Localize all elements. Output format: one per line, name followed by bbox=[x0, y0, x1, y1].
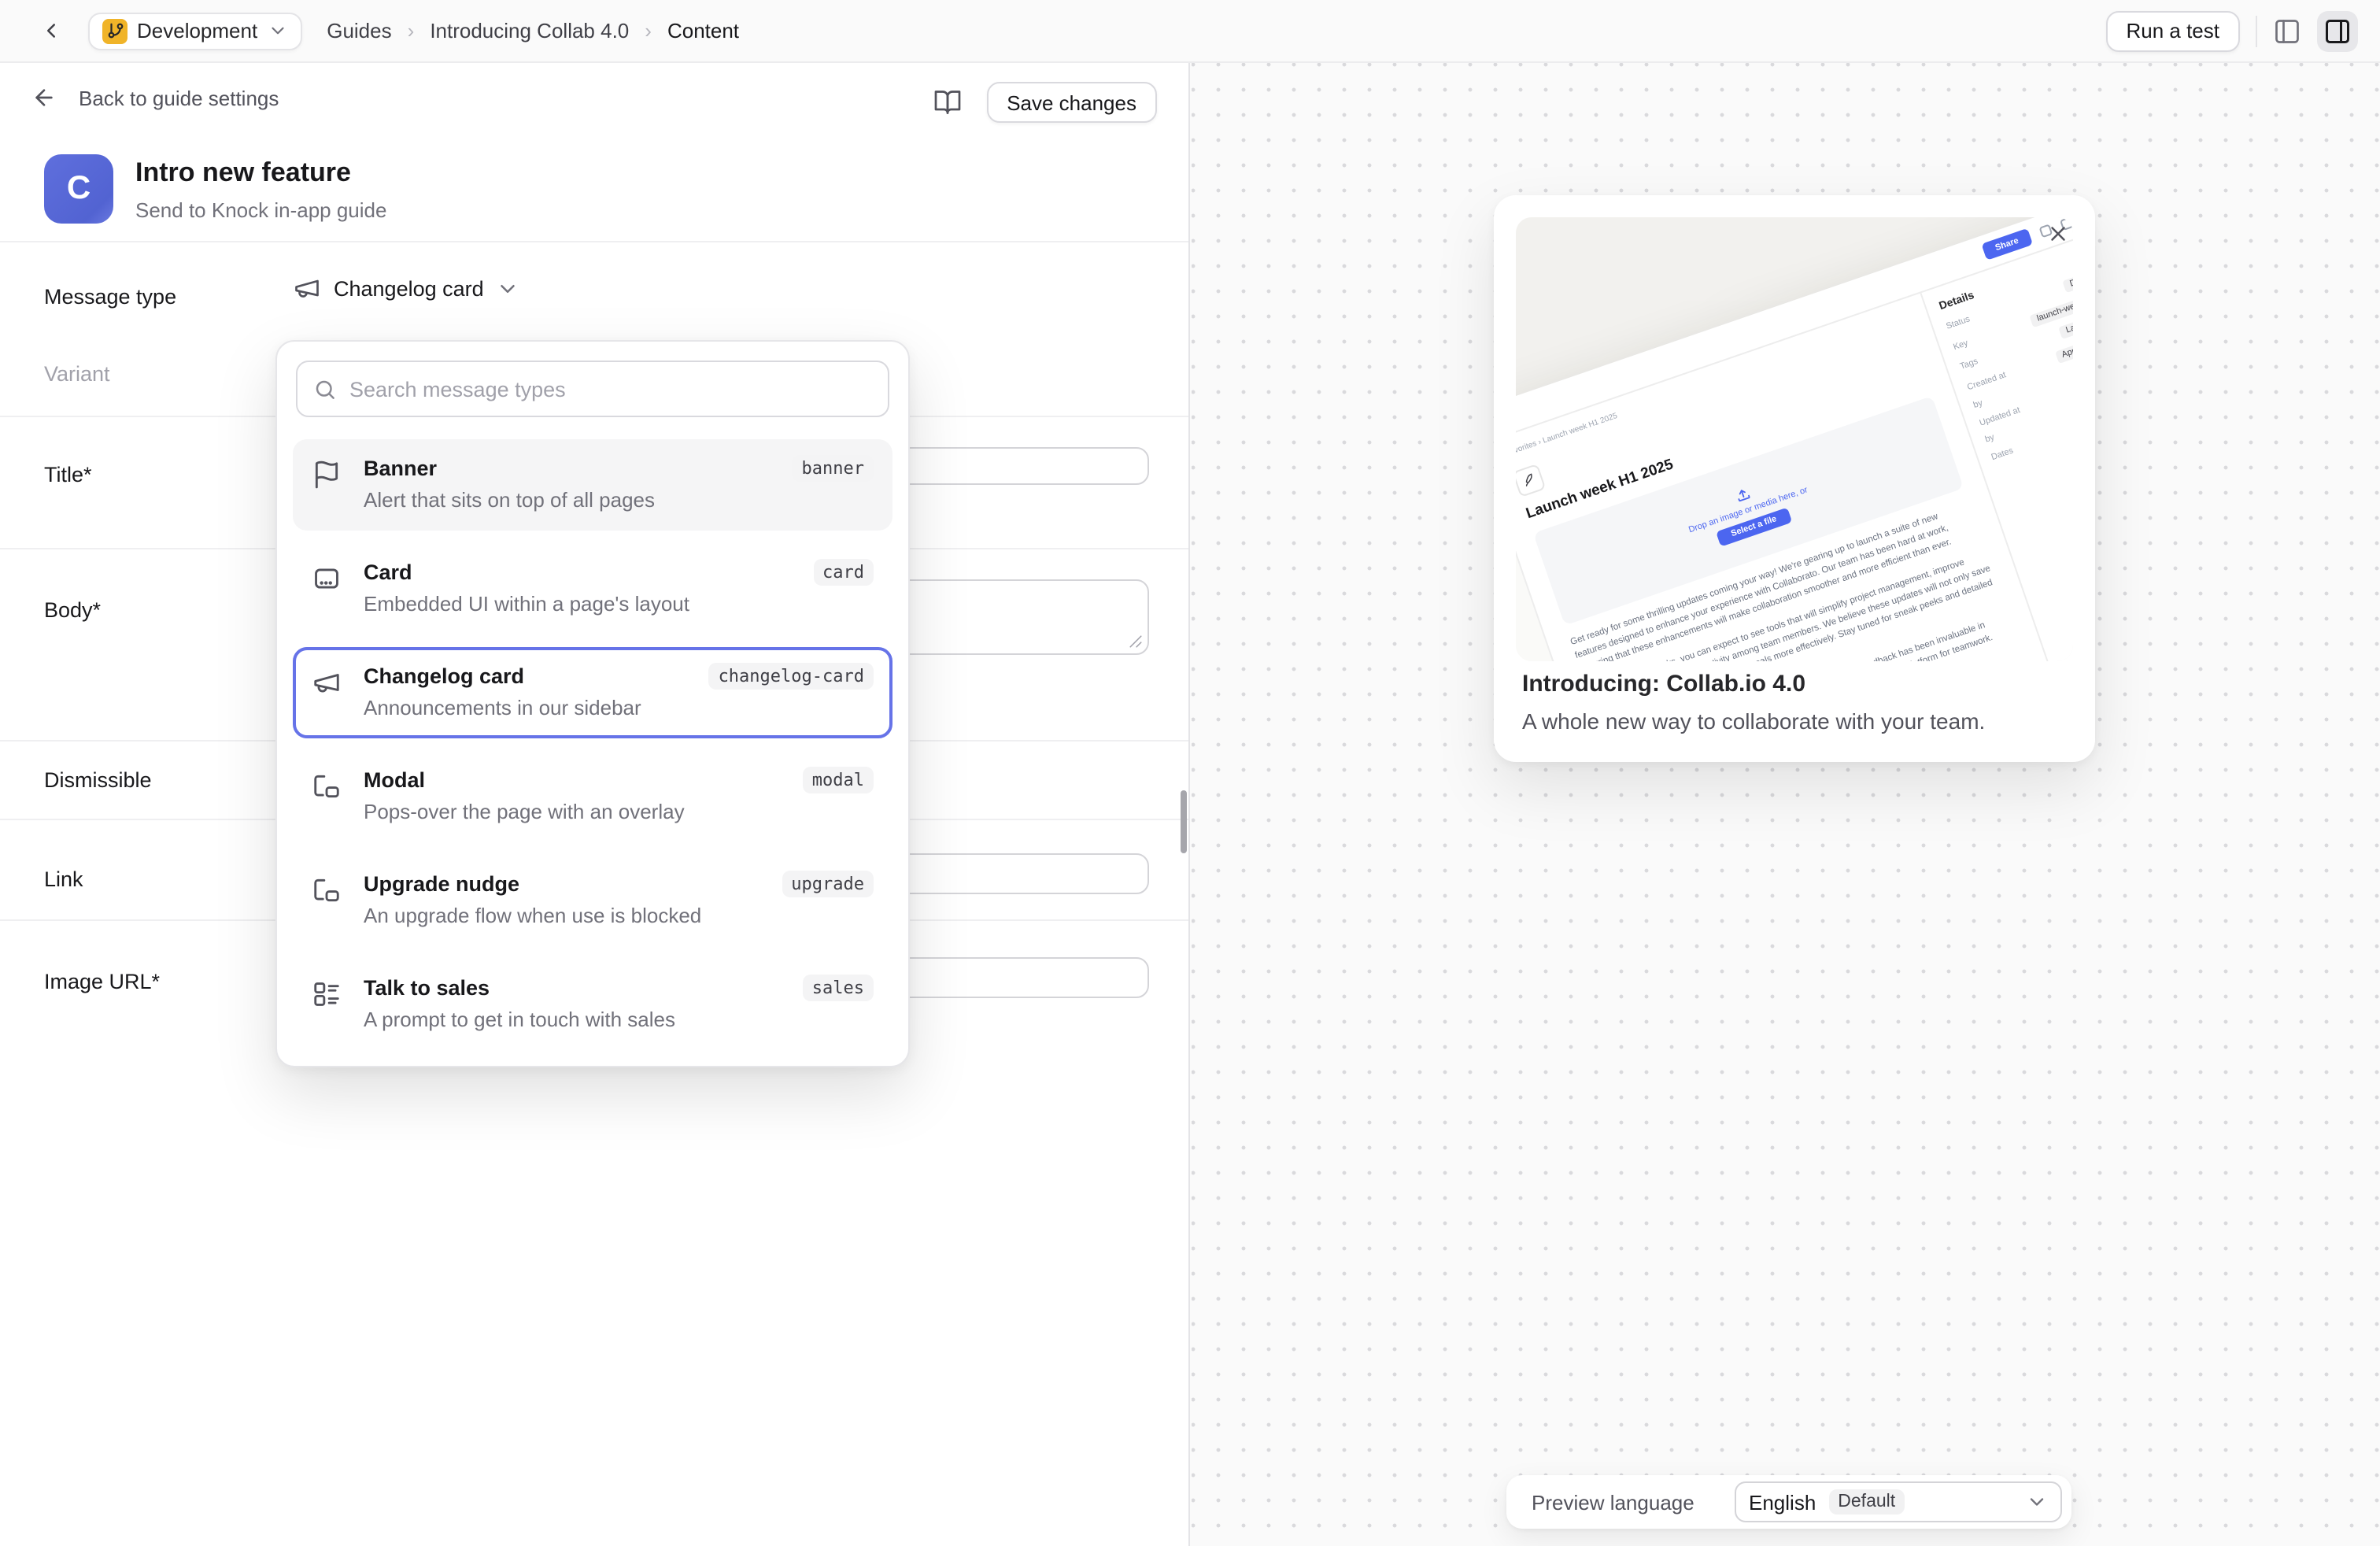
toggle-right-panel-button[interactable] bbox=[2317, 10, 2358, 51]
option-description: Announcements in our sidebar bbox=[364, 696, 874, 719]
breadcrumb: Guides › Introducing Collab 4.0 › Conten… bbox=[327, 19, 739, 43]
body-label: Body* bbox=[44, 598, 101, 622]
scrollbar-thumb[interactable] bbox=[1181, 790, 1187, 853]
preview-card-title: Introducing: Collab.io 4.0 bbox=[1522, 671, 2067, 697]
panel-right-icon bbox=[2323, 17, 2352, 45]
message-type-value: Changelog card bbox=[334, 276, 484, 300]
preview-language-bar: Preview language English Default bbox=[1506, 1475, 2071, 1529]
image-url-label: Image URL* bbox=[44, 970, 160, 993]
upload-icon bbox=[1733, 484, 1753, 504]
chevron-down-icon bbox=[497, 276, 520, 300]
search-input[interactable] bbox=[349, 377, 872, 401]
preview-docs-button[interactable] bbox=[933, 88, 961, 117]
toggle-left-panel-button[interactable] bbox=[2273, 17, 2301, 45]
breadcrumb-separator: › bbox=[645, 19, 652, 43]
upgrade-overlay-icon bbox=[312, 875, 342, 905]
option-description: An upgrade flow when use is blocked bbox=[364, 904, 874, 927]
environment-label: Development bbox=[137, 19, 257, 43]
chevron-left-icon bbox=[39, 19, 62, 43]
option-description: A prompt to get in touch with sales bbox=[364, 1008, 874, 1031]
message-type-label: Message type bbox=[44, 285, 176, 309]
flag-icon bbox=[312, 460, 342, 490]
message-type-select[interactable]: Changelog card bbox=[293, 274, 520, 302]
card-icon bbox=[312, 564, 342, 594]
option-badge: changelog-card bbox=[709, 663, 874, 690]
preview-language-label: Preview language bbox=[1532, 1490, 1694, 1514]
breadcrumb-content[interactable]: Content bbox=[667, 19, 739, 43]
message-type-options: Banner banner Alert that sits on top of a… bbox=[293, 439, 893, 1050]
option-title: Modal bbox=[364, 768, 425, 792]
search-icon bbox=[313, 377, 337, 401]
changelog-card-preview: Share Collab.io HomeInboxFavorites2025 Q… bbox=[1494, 195, 2095, 762]
toolbar-divider bbox=[2256, 15, 2257, 46]
preview-panel: Share Collab.io HomeInboxFavorites2025 Q… bbox=[1192, 63, 2380, 1546]
option-description: Pops-over the page with an overlay bbox=[364, 800, 874, 823]
git-branch-icon bbox=[102, 18, 128, 43]
option-description: Embedded UI within a page's layout bbox=[364, 592, 874, 616]
chevron-down-icon bbox=[267, 20, 287, 41]
option-changelog-card[interactable]: Changelog card changelog-card Announcemen… bbox=[293, 647, 893, 738]
breadcrumb-guides[interactable]: Guides bbox=[327, 19, 391, 43]
option-banner[interactable]: Banner banner Alert that sits on top of a… bbox=[293, 439, 893, 531]
option-modal[interactable]: Modal modal Pops-over the page with an ov… bbox=[293, 751, 893, 842]
option-title: Card bbox=[364, 560, 412, 584]
guide-content-editor-panel: Back to guide settings Save changes C In… bbox=[0, 63, 1190, 1546]
preview-language-select[interactable]: English Default bbox=[1735, 1481, 2062, 1522]
layout-list-icon bbox=[312, 979, 342, 1009]
option-card[interactable]: Card card Embedded UI within a page's lay… bbox=[293, 543, 893, 634]
mock-rocket-icon bbox=[1516, 464, 1546, 497]
guide-title: Intro new feature bbox=[135, 157, 351, 189]
run-test-button[interactable]: Run a test bbox=[2105, 10, 2240, 51]
collab-app-mock: Share Collab.io HomeInboxFavorites2025 Q… bbox=[1516, 217, 2073, 661]
chevron-down-icon bbox=[2026, 1491, 2048, 1513]
link-label: Link bbox=[44, 867, 83, 891]
title-label: Title* bbox=[44, 463, 92, 486]
option-badge: card bbox=[813, 559, 874, 586]
modal-overlay-icon bbox=[312, 771, 342, 801]
book-open-icon bbox=[933, 88, 961, 117]
option-badge: sales bbox=[803, 975, 874, 1001]
history-back-button[interactable] bbox=[31, 12, 69, 50]
language-default-badge: Default bbox=[1828, 1489, 1905, 1515]
option-title: Banner bbox=[364, 457, 437, 480]
back-to-guide-settings-link[interactable]: Back to guide settings bbox=[31, 85, 279, 110]
megaphone-icon bbox=[312, 668, 342, 697]
option-upgrade-nudge[interactable]: Upgrade nudge upgrade An upgrade flow whe… bbox=[293, 855, 893, 946]
message-type-dropdown: Banner banner Alert that sits on top of a… bbox=[275, 340, 910, 1067]
back-link-label: Back to guide settings bbox=[79, 86, 279, 109]
option-title: Talk to sales bbox=[364, 976, 490, 1000]
preview-card-subtitle: A whole new way to collaborate with your… bbox=[1522, 708, 2067, 734]
option-badge: modal bbox=[803, 767, 874, 793]
top-bar: Development Guides › Introducing Collab … bbox=[0, 0, 2380, 63]
breadcrumb-separator: › bbox=[408, 19, 415, 43]
environment-switcher[interactable]: Development bbox=[88, 12, 301, 50]
section-divider bbox=[0, 241, 1188, 242]
arrow-left-icon bbox=[31, 85, 57, 110]
option-title: Upgrade nudge bbox=[364, 872, 519, 896]
guide-editor-app: Development Guides › Introducing Collab … bbox=[0, 0, 2380, 1546]
variant-label: Variant bbox=[44, 362, 110, 386]
guide-avatar: C bbox=[44, 154, 113, 224]
mock-share-button: Share bbox=[1981, 228, 2033, 261]
option-badge: banner bbox=[793, 455, 874, 482]
preview-image: Share Collab.io HomeInboxFavorites2025 Q… bbox=[1516, 217, 2073, 661]
breadcrumb-guide-name[interactable]: Introducing Collab 4.0 bbox=[430, 19, 629, 43]
message-type-search[interactable] bbox=[296, 361, 889, 417]
resize-grip-icon[interactable] bbox=[1129, 634, 1143, 649]
close-icon bbox=[2046, 221, 2069, 245]
option-title: Changelog card bbox=[364, 664, 524, 688]
option-badge: upgrade bbox=[782, 871, 874, 897]
option-talk-to-sales[interactable]: Talk to sales sales A prompt to get in to… bbox=[293, 959, 893, 1050]
preview-close-button[interactable] bbox=[2038, 214, 2076, 252]
guide-subtitle: Send to Knock in-app guide bbox=[135, 198, 386, 222]
option-description: Alert that sits on top of all pages bbox=[364, 488, 874, 512]
megaphone-icon bbox=[293, 274, 321, 302]
dismissible-label: Dismissible bbox=[44, 768, 152, 792]
panel-left-icon bbox=[2273, 17, 2301, 45]
save-changes-button[interactable]: Save changes bbox=[986, 82, 1157, 123]
language-value: English bbox=[1749, 1490, 1816, 1514]
